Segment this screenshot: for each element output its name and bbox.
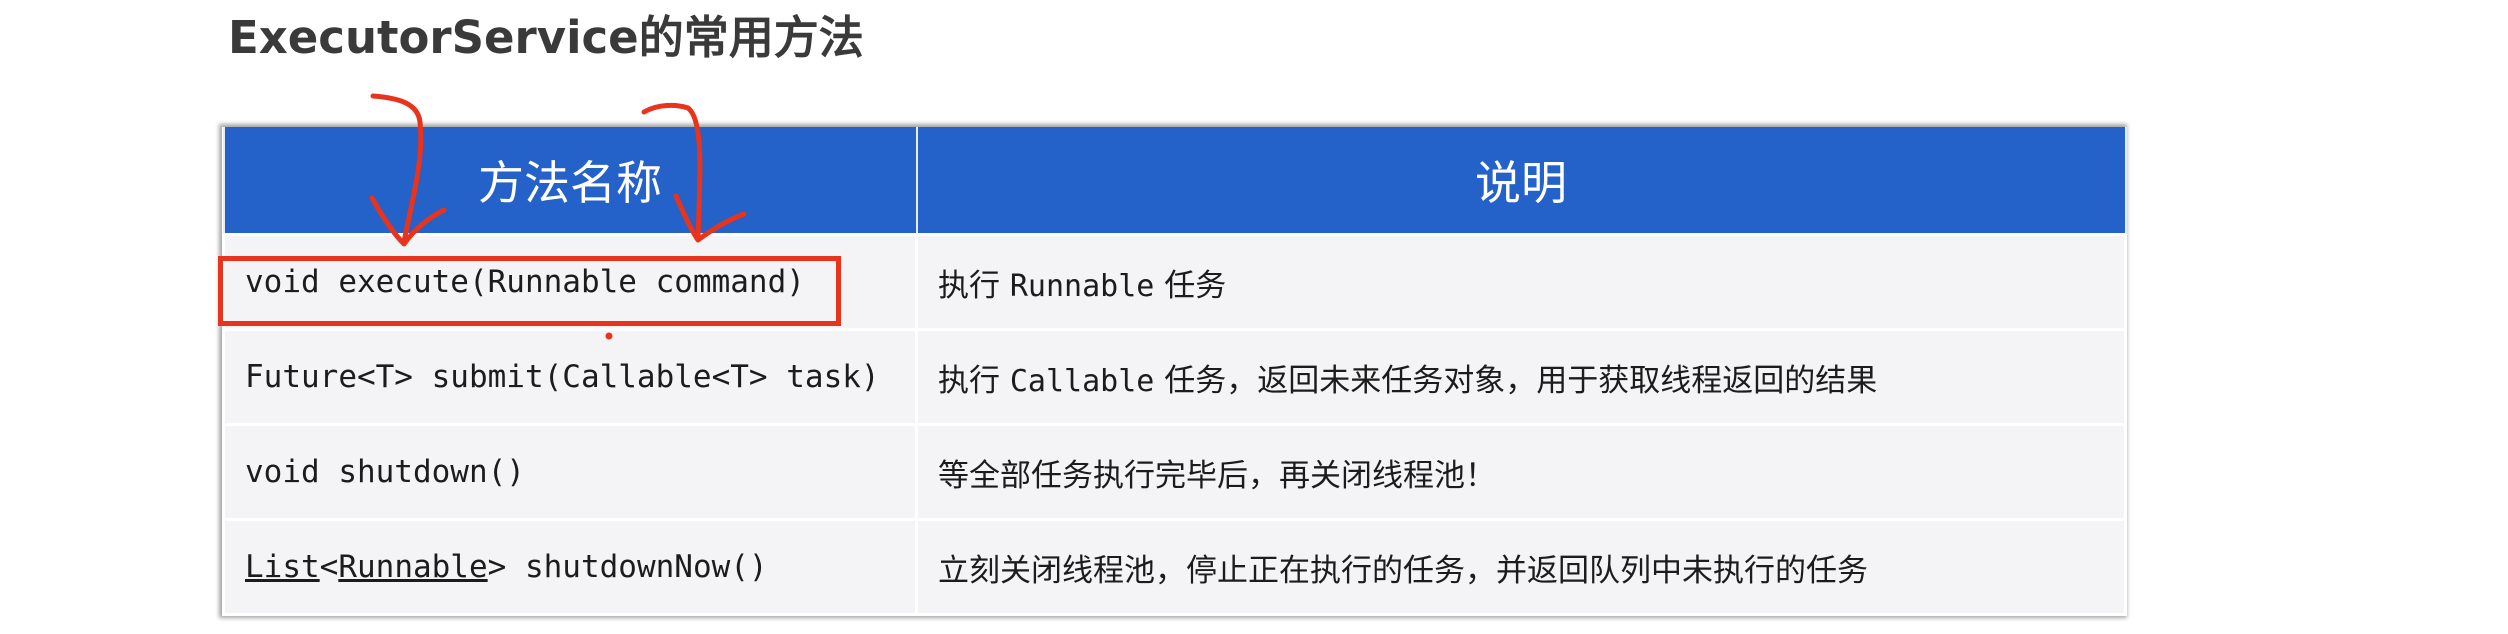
type-link-runnable: Runnable	[338, 549, 488, 585]
description-text: 任务	[1154, 267, 1227, 304]
method-signature: List<Runnable> shutdownNow()	[222, 518, 918, 616]
table-row: void shutdown() 等全部任务执行完毕后，再关闭线程池！	[222, 423, 2127, 521]
method-signature: void execute(Runnable command)	[222, 233, 918, 331]
table-row: Future<T> submit(Callable<T> task) 执行 Ca…	[222, 328, 2127, 426]
method-description: 执行 Runnable 任务	[915, 233, 2127, 331]
description-text: 执行	[938, 362, 1010, 399]
signature-part: > shutdownNow()	[487, 549, 768, 585]
header-method-name: 方法名称	[222, 127, 918, 236]
method-signature: Future<T> submit(Callable<T> task)	[222, 328, 918, 426]
methods-table-container: 方法名称 说明 void execute(Runnable command) 执…	[222, 127, 2127, 616]
header-description: 说明	[915, 127, 2127, 236]
description-text: 等全部任务执行完毕后，再关闭线程池！	[938, 457, 1496, 494]
table-row: void execute(Runnable command) 执行 Runnab…	[222, 233, 2127, 331]
signature-part: <	[319, 549, 339, 585]
table-row: List<Runnable> shutdownNow() 立刻关闭线程池，停止正…	[222, 518, 2127, 616]
slide: ExecutorService的常用方法 方法名称 说明 void execut…	[0, 0, 2508, 634]
description-text: 任务，返回未来任务对象，用于获取线程返回的结果	[1154, 362, 1878, 399]
method-description: 等全部任务执行完毕后，再关闭线程池！	[915, 423, 2127, 521]
method-signature: void shutdown()	[222, 423, 918, 521]
type-link-list: List	[245, 549, 320, 585]
method-description: 立刻关闭线程池，停止正在执行的任务，并返回队列中未执行的任务	[915, 518, 2127, 616]
description-code: Runnable	[1009, 268, 1155, 304]
table-header-row: 方法名称 说明	[222, 127, 2127, 236]
methods-table: 方法名称 说明 void execute(Runnable command) 执…	[222, 127, 2127, 616]
description-text: 立刻关闭线程池，停止正在执行的任务，并返回队列中未执行的任务	[938, 552, 1868, 589]
description-code: Callable	[1009, 363, 1155, 399]
page-title: ExecutorService的常用方法	[228, 11, 864, 64]
method-description: 执行 Callable 任务，返回未来任务对象，用于获取线程返回的结果	[915, 328, 2127, 426]
description-text: 执行	[938, 267, 1010, 304]
